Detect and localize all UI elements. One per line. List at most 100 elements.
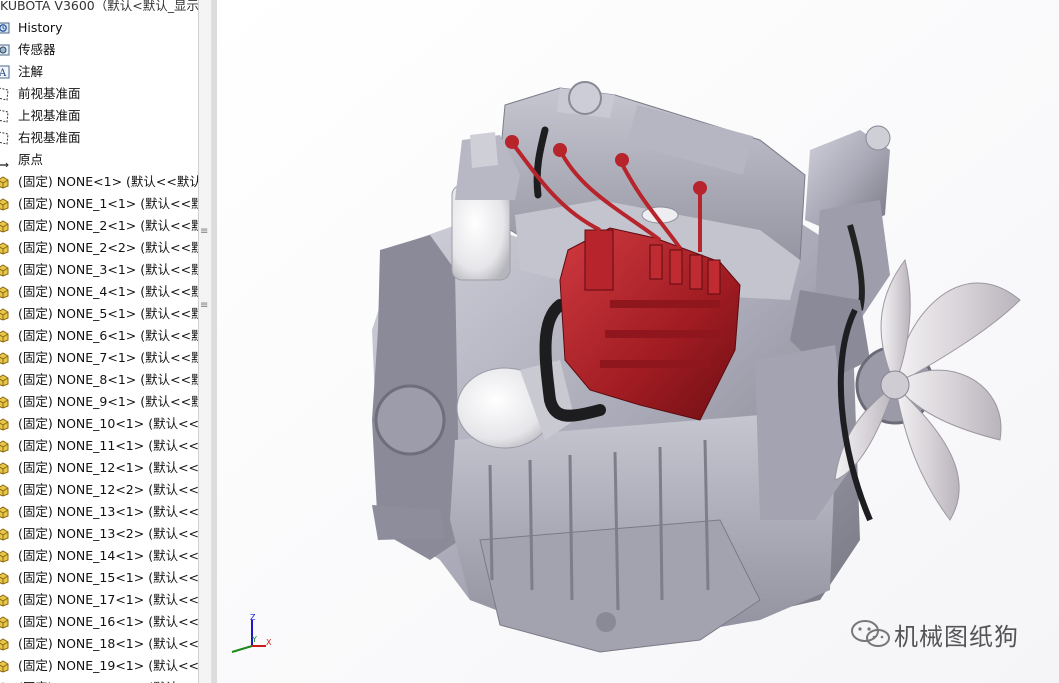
tree-item-label: 注解: [18, 64, 44, 79]
svg-text:A: A: [0, 68, 7, 79]
tree-item[interactable]: (固定) NONE_8<1> (默认<<默认: [0, 370, 198, 390]
tree-item[interactable]: (固定) NONE_6<1> (默认<<默认: [0, 326, 198, 346]
tree-item[interactable]: (固定) NONE_2<2> (默认<<默认: [0, 238, 198, 258]
tree-item[interactable]: A 注解: [0, 62, 198, 82]
tree-item-label: (固定) NONE_2<2> (默认<<默认: [18, 240, 198, 255]
tree-item-label: (固定) NONE_16<1> (默认<<默: [18, 614, 198, 629]
tree-item[interactable]: (固定) NONE_4<1> (默认<<默认: [0, 282, 198, 302]
part-icon: [0, 197, 10, 211]
part-icon: [0, 307, 10, 321]
plane-icon: [0, 131, 10, 145]
tree-item[interactable]: (固定) NONE_15<1> (默认<<默: [0, 568, 198, 588]
tree-item[interactable]: (固定) NONE<1> (默认<<默认>: [0, 172, 198, 192]
tree-item-label: (固定) NONE_7<1> (默认<<默认: [18, 350, 198, 365]
tree-item[interactable]: (固定) NONE_17<1> (默认<<默: [0, 590, 198, 610]
wechat-icon: [851, 620, 890, 647]
tree-item-label: (固定) NONE_9<1> (默认<<默认: [18, 394, 198, 409]
tree-item-label: (固定) NONE_18<1> (默认<<默: [18, 636, 198, 651]
tree-item-label: (固定) NONE_1<1> (默认<<默认: [18, 196, 198, 211]
part-icon: [0, 395, 10, 409]
tree-item[interactable]: 上视基准面: [0, 106, 198, 126]
tree-item-label: (固定) NONE_5<1> (默认<<默认: [18, 306, 198, 321]
tree-item[interactable]: (固定) NONE_13<2> (默认<<默: [0, 524, 198, 544]
tree-item[interactable]: (固定) NONE_14<1> (默认<<默: [0, 546, 198, 566]
tree-item-label: 传感器: [18, 42, 56, 57]
tree-root-assembly[interactable]: KUBOTA V3600（默认<默认_显示状: [0, 0, 198, 20]
tree-item-label: History: [18, 20, 63, 35]
tree-item[interactable]: (固定) NONE_11<1> (默认<<默: [0, 436, 198, 456]
annotations-icon: A: [0, 65, 10, 79]
tree-item[interactable]: 右视基准面: [0, 128, 198, 148]
part-icon: [0, 351, 10, 365]
tree-item[interactable]: (固定) NONE_19<1> (默认<<默: [0, 656, 198, 676]
part-icon: [0, 593, 10, 607]
tree-item[interactable]: 原点: [0, 150, 198, 170]
coordinate-triad: Z Y X: [224, 612, 278, 658]
origin-icon: [0, 153, 10, 168]
tree-item-label: 右视基准面: [18, 130, 81, 145]
sensors-icon: [0, 43, 10, 57]
tree-item-label: (固定) NONE<1> (默认<<默认>: [18, 174, 198, 189]
tree-item[interactable]: (固定) NONE_20<1> (默认<<默: [0, 678, 198, 683]
part-icon: [0, 329, 10, 343]
engine-model[interactable]: [217, 0, 1059, 683]
panel-splitter[interactable]: ≡ ≡: [198, 0, 212, 683]
part-icon: [0, 483, 10, 497]
tree-item-label: (固定) NONE_15<1> (默认<<默: [18, 570, 198, 585]
part-icon: [0, 637, 10, 651]
part-icon: [0, 461, 10, 475]
tree-item-label: (固定) NONE_19<1> (默认<<默: [18, 658, 198, 673]
tree-item[interactable]: (固定) NONE_9<1> (默认<<默认: [0, 392, 198, 412]
part-icon: [0, 439, 10, 453]
part-icon: [0, 285, 10, 299]
axis-z-label: Z: [250, 613, 256, 622]
tree-item-label: 上视基准面: [18, 108, 81, 123]
tree-item-label: (固定) NONE_14<1> (默认<<默: [18, 548, 198, 563]
part-icon: [0, 417, 10, 431]
tree-item-label: (固定) NONE_13<2> (默认<<默: [18, 526, 198, 541]
part-icon: [0, 659, 10, 673]
tree-item[interactable]: History: [0, 18, 198, 38]
tree-item-label: (固定) NONE_2<1> (默认<<默认: [18, 218, 198, 233]
watermark-text: 机械图纸狗: [894, 622, 1019, 651]
part-icon: [0, 571, 10, 585]
part-icon: [0, 505, 10, 519]
tree-item-label: (固定) NONE_3<1> (默认<<默认: [18, 262, 198, 277]
tree-item-label: (固定) NONE_17<1> (默认<<默: [18, 592, 198, 607]
part-icon: [0, 263, 10, 277]
plane-icon: [0, 87, 10, 101]
tree-item-label: (固定) NONE_8<1> (默认<<默认: [18, 372, 198, 387]
graphics-viewport[interactable]: [217, 0, 1059, 683]
tree-item[interactable]: (固定) NONE_7<1> (默认<<默认: [0, 348, 198, 368]
tree-item[interactable]: (固定) NONE_1<1> (默认<<默认: [0, 194, 198, 214]
splitter-grip[interactable]: ≡: [200, 226, 208, 237]
splitter-grip-lower[interactable]: ≡: [200, 300, 208, 311]
tree-item-label: (固定) NONE_4<1> (默认<<默认: [18, 284, 198, 299]
tree-item[interactable]: (固定) NONE_13<1> (默认<<默: [0, 502, 198, 522]
part-icon: [0, 527, 10, 541]
part-icon: [0, 241, 10, 255]
tree-item[interactable]: 传感器: [0, 40, 198, 60]
part-icon: [0, 615, 10, 629]
tree-item[interactable]: 前视基准面: [0, 84, 198, 104]
feature-manager-tree[interactable]: KUBOTA V3600（默认<默认_显示状 History 传感器 A 注解前视基准…: [0, 0, 198, 683]
tree-item-label: (固定) NONE_13<1> (默认<<默: [18, 504, 198, 519]
tree-item-label: 前视基准面: [18, 86, 81, 101]
tree-item[interactable]: (固定) NONE_12<1> (默认<<默: [0, 458, 198, 478]
tree-item[interactable]: (固定) NONE_12<2> (默认<<默: [0, 480, 198, 500]
tree-item-label: (固定) NONE_12<2> (默认<<默: [18, 482, 198, 497]
tree-item[interactable]: (固定) NONE_18<1> (默认<<默: [0, 634, 198, 654]
tree-item[interactable]: (固定) NONE_5<1> (默认<<默认: [0, 304, 198, 324]
part-icon: [0, 373, 10, 387]
axis-y-label: Y: [251, 635, 257, 644]
history-icon: [0, 21, 10, 35]
tree-item[interactable]: (固定) NONE_10<1> (默认<<默: [0, 414, 198, 434]
tree-item-label: (固定) NONE_12<1> (默认<<默: [18, 460, 198, 475]
assembly-title: KUBOTA V3600（默认<默认_显示状: [0, 0, 198, 13]
tree-item-label: 原点: [18, 152, 44, 167]
part-icon: [0, 175, 10, 189]
part-icon: [0, 219, 10, 233]
tree-item[interactable]: (固定) NONE_3<1> (默认<<默认: [0, 260, 198, 280]
tree-item[interactable]: (固定) NONE_16<1> (默认<<默: [0, 612, 198, 632]
tree-item[interactable]: (固定) NONE_2<1> (默认<<默认: [0, 216, 198, 236]
